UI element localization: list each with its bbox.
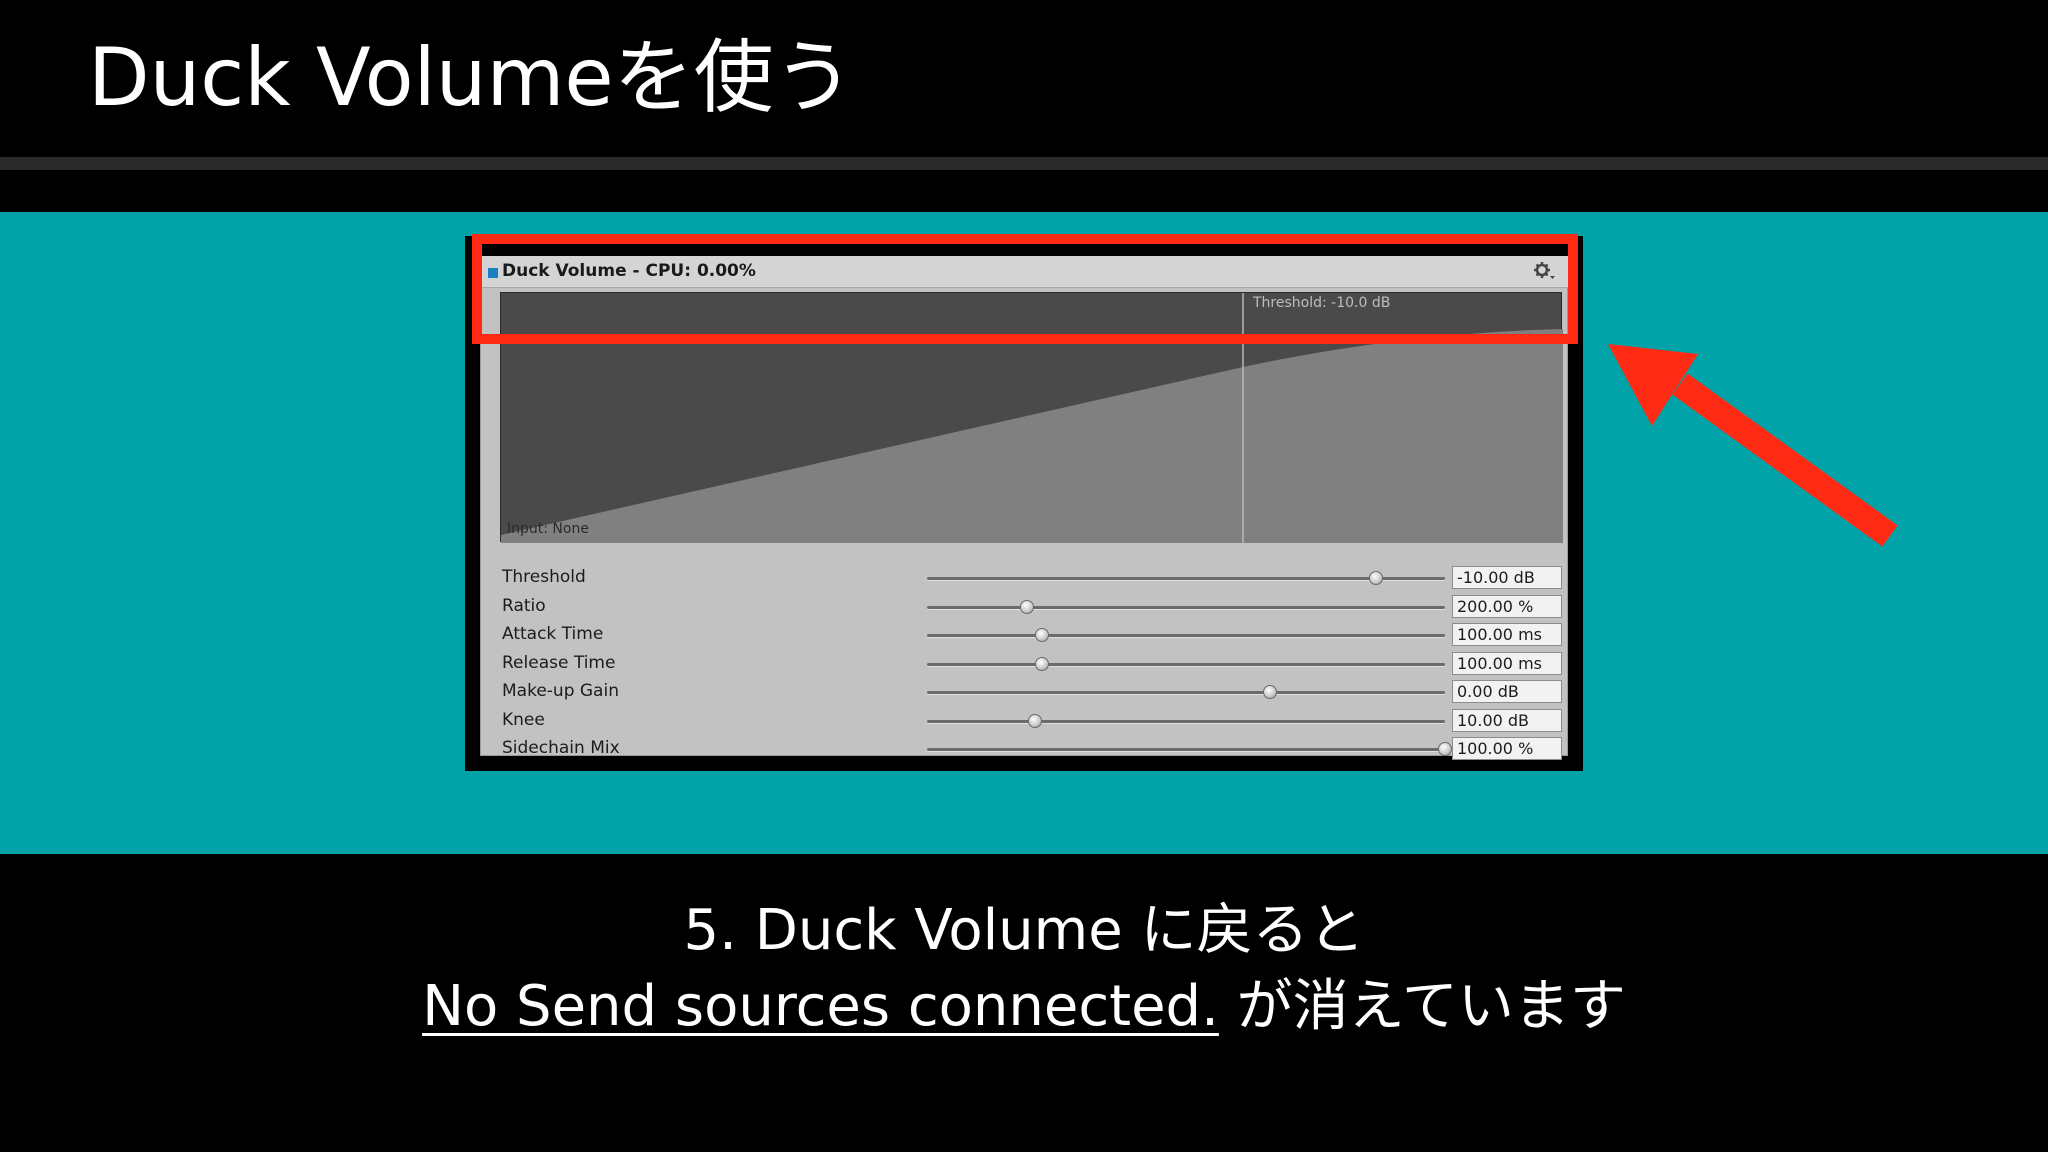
slider-knob[interactable]: [1027, 714, 1042, 728]
caption-line-2: No Send sources connected. が消えています: [0, 969, 2048, 1045]
param-row-release-time: Release Time 100.00 ms: [480, 650, 1568, 678]
param-label: Ratio: [502, 596, 546, 616]
release-time-value-field[interactable]: 100.00 ms: [1452, 652, 1562, 675]
title-divider: [0, 157, 2048, 170]
attack-time-slider[interactable]: [927, 628, 1445, 642]
knee-slider[interactable]: [927, 714, 1445, 728]
param-label: Release Time: [502, 653, 616, 673]
threshold-value-field[interactable]: -10.00 dB: [1452, 566, 1562, 589]
header-highlight-box: [472, 234, 1578, 344]
slider-knob[interactable]: [1263, 685, 1278, 699]
param-row-ratio: Ratio 200.00 %: [480, 593, 1568, 621]
slider-knob[interactable]: [1438, 742, 1452, 756]
sidechain-mix-slider[interactable]: [927, 742, 1452, 756]
param-label: Knee: [502, 710, 545, 730]
ratio-slider[interactable]: [927, 600, 1445, 614]
slider-knob[interactable]: [1034, 628, 1049, 642]
release-time-slider[interactable]: [927, 657, 1445, 671]
param-row-knee: Knee 10.00 dB: [480, 707, 1568, 735]
slider-knob[interactable]: [1034, 657, 1049, 671]
param-label: Attack Time: [502, 624, 604, 644]
param-row-makeup-gain: Make-up Gain 0.00 dB: [480, 678, 1568, 706]
param-row-threshold: Threshold -10.00 dB: [480, 564, 1568, 592]
param-row-attack-time: Attack Time 100.00 ms: [480, 621, 1568, 649]
makeup-gain-slider[interactable]: [927, 685, 1445, 699]
attack-time-value-field[interactable]: 100.00 ms: [1452, 623, 1562, 646]
input-label: Input: None: [507, 521, 589, 537]
caption-rest-text: が消えています: [1218, 974, 1626, 1039]
slide-caption: 5. Duck Volume に戻ると No Send sources conn…: [0, 893, 2048, 1045]
knee-value-field[interactable]: 10.00 dB: [1452, 709, 1562, 732]
caption-line-1: 5. Duck Volume に戻ると: [683, 898, 1365, 963]
caption-underlined-text: No Send sources connected.: [422, 974, 1219, 1039]
ratio-value-field[interactable]: 200.00 %: [1452, 595, 1562, 618]
slider-knob[interactable]: [1019, 600, 1034, 614]
param-label: Make-up Gain: [502, 681, 619, 701]
sidechain-mix-value-field[interactable]: 100.00 %: [1452, 737, 1562, 760]
slide-title: Duck Volumeを使う: [88, 31, 854, 124]
red-arrow-icon: [1608, 344, 1898, 547]
param-label: Sidechain Mix: [502, 738, 620, 758]
param-label: Threshold: [502, 567, 586, 587]
param-row-sidechain-mix: Sidechain Mix 100.00 %: [480, 735, 1568, 763]
makeup-gain-value-field[interactable]: 0.00 dB: [1452, 680, 1562, 703]
slider-knob[interactable]: [1368, 571, 1383, 585]
threshold-slider[interactable]: [927, 571, 1445, 585]
